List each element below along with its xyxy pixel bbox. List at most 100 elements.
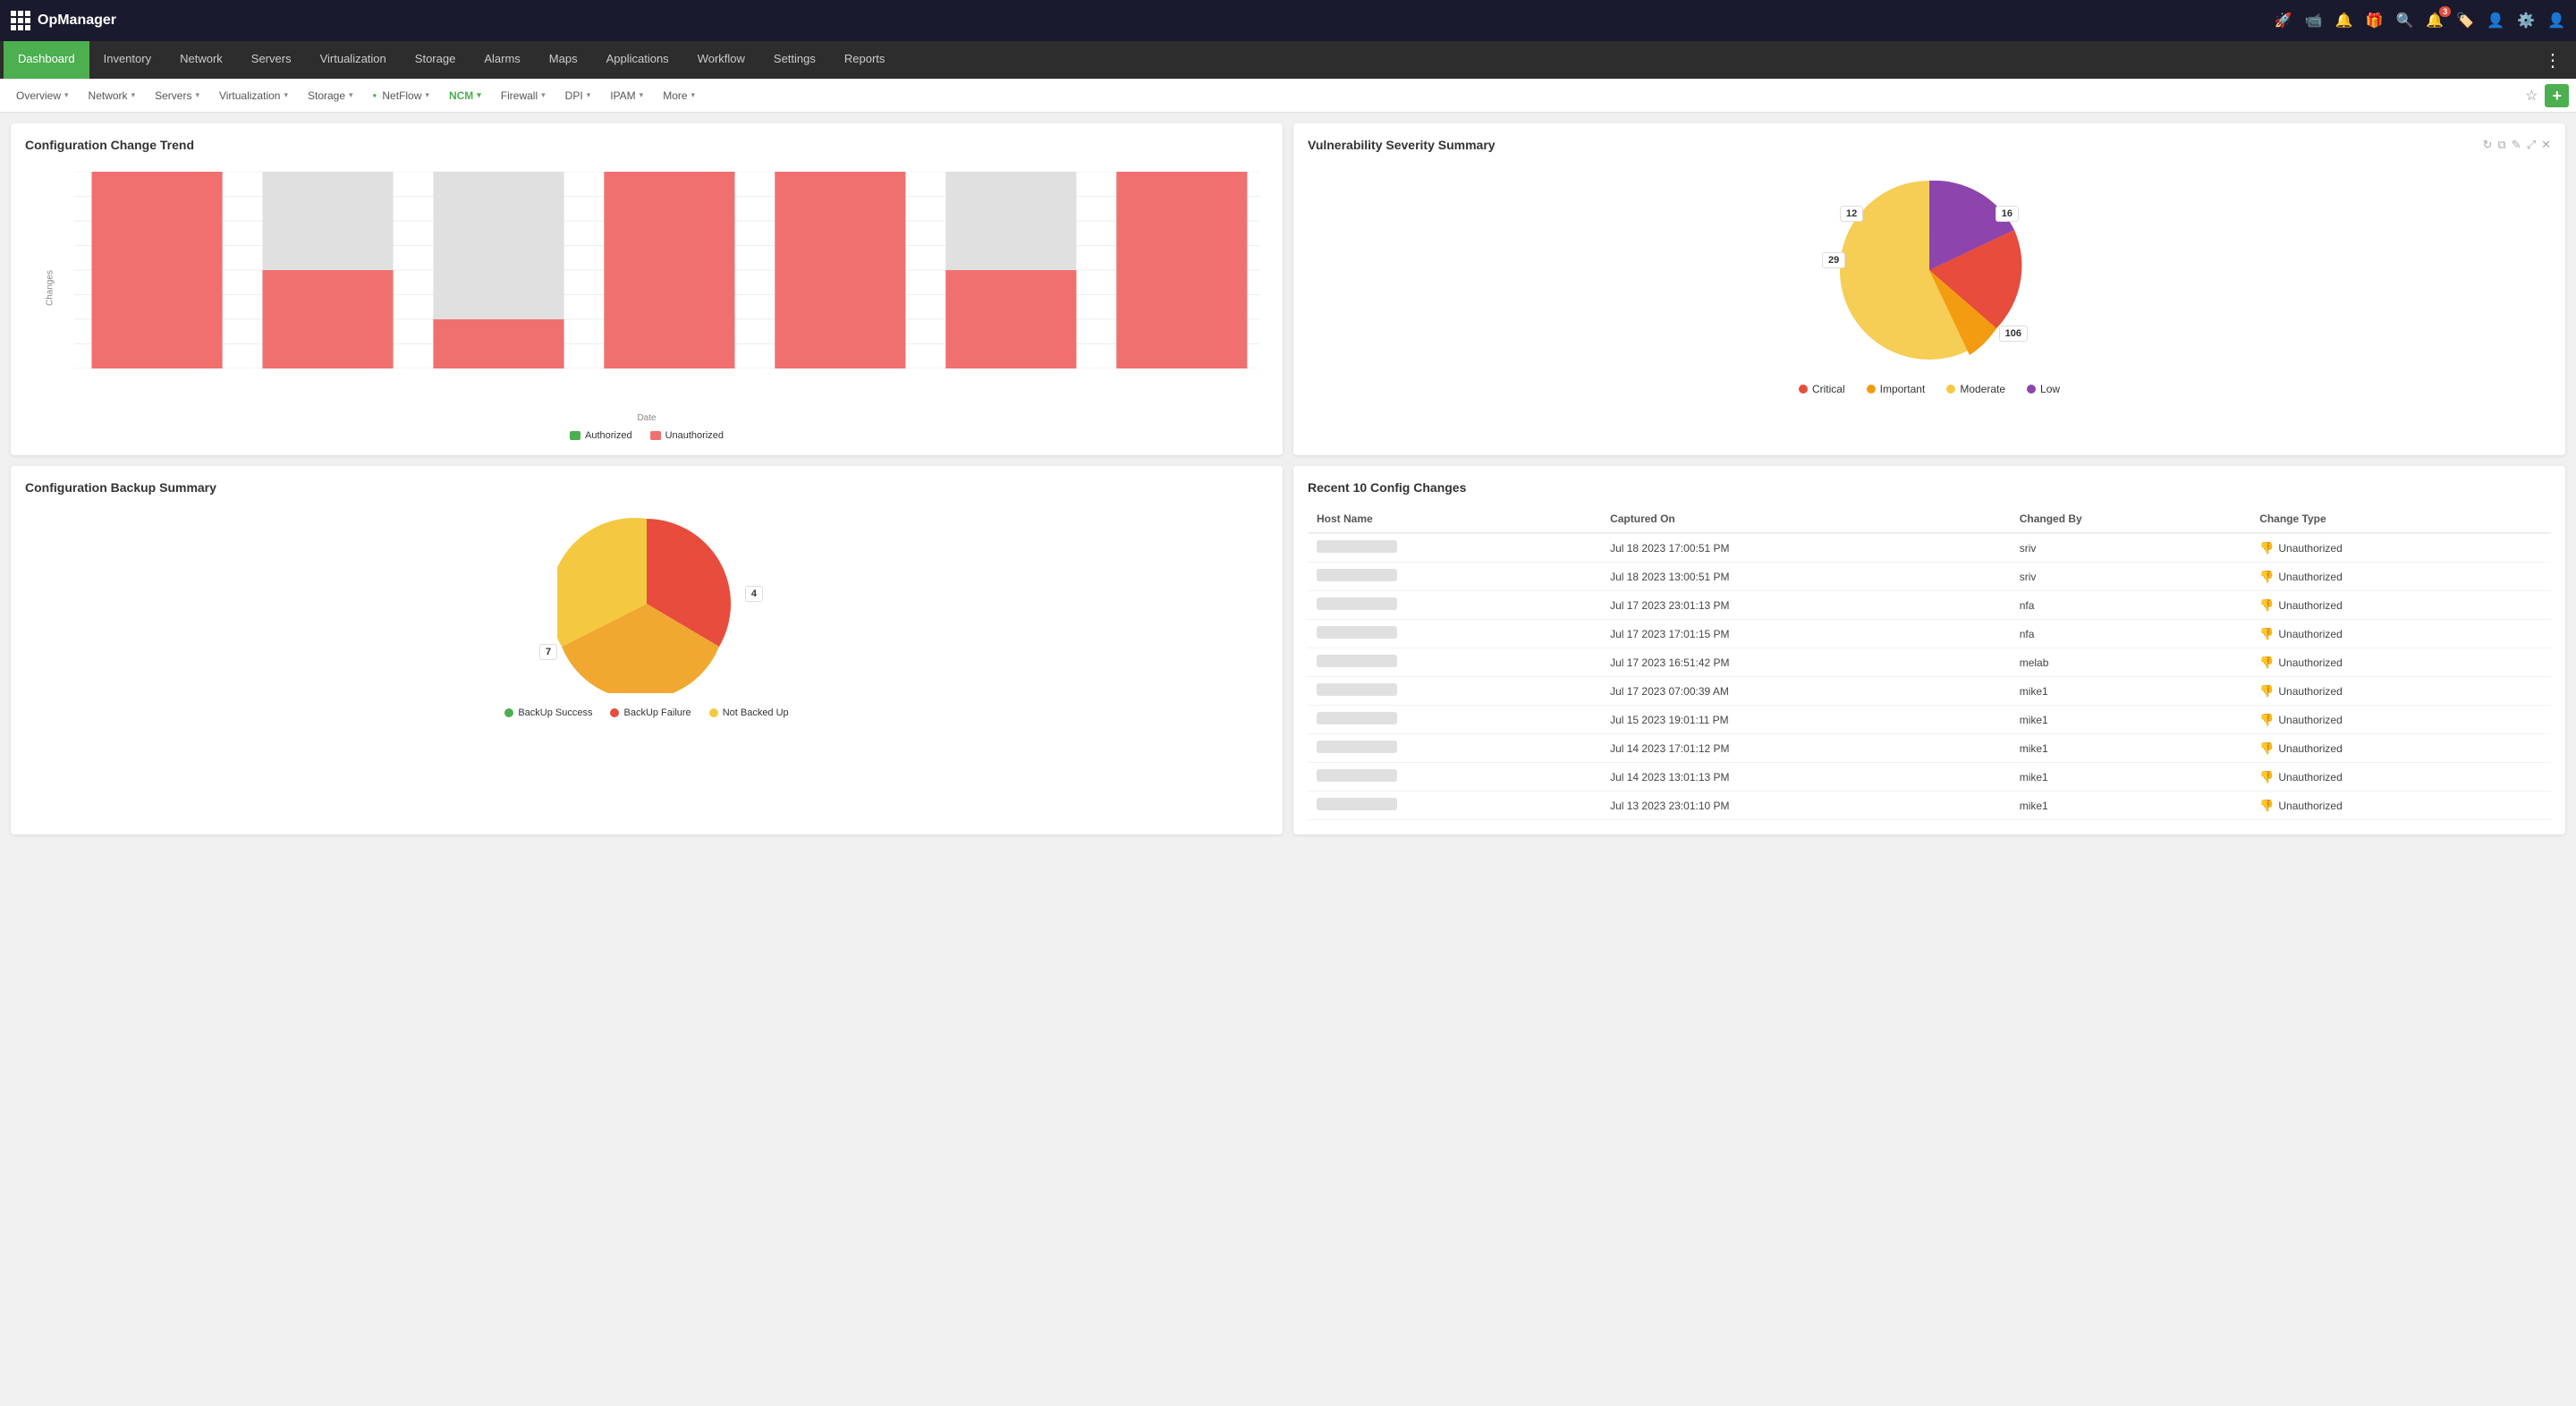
user-avatar-icon[interactable]: 👤 xyxy=(2547,12,2565,30)
notification-badge[interactable]: 🔔3 xyxy=(2426,12,2444,30)
legend-backup-success: BackUp Success xyxy=(504,707,592,718)
nav-item-workflow[interactable]: Workflow xyxy=(683,41,759,79)
row-1: Configuration Change Trend Changes xyxy=(11,123,2565,455)
cell-change-type: 👎 Unauthorized xyxy=(2250,648,2551,677)
backup-label-7: 7 xyxy=(539,644,557,660)
chevron-icon: ▾ xyxy=(425,90,429,100)
nav-item-dashboard[interactable]: Dashboard xyxy=(4,41,89,79)
bell-icon[interactable]: 🔔 xyxy=(2335,12,2353,30)
table-header-row: Host Name Captured On Changed By Change … xyxy=(1308,505,2551,533)
nav-item-maps[interactable]: Maps xyxy=(535,41,592,79)
cell-change-type: 👎 Unauthorized xyxy=(2250,763,2551,792)
backup-success-dot xyxy=(504,708,513,717)
gear-icon[interactable]: ⚙️ xyxy=(2517,12,2535,30)
rocket-icon[interactable]: 🚀 xyxy=(2275,12,2292,30)
grid-icon[interactable] xyxy=(11,11,30,30)
thumbdown-icon: 👎 xyxy=(2259,656,2274,670)
thumbdown-icon: 👎 xyxy=(2259,713,2274,727)
nav-item-inventory[interactable]: Inventory xyxy=(89,41,165,79)
video-icon[interactable]: 📹 xyxy=(2305,12,2323,30)
subnav-ipam[interactable]: IPAM ▾ xyxy=(601,86,652,106)
cell-change-type: 👎 Unauthorized xyxy=(2250,563,2551,591)
nav-item-virtualization[interactable]: Virtualization xyxy=(306,41,401,79)
nav-item-network[interactable]: Network xyxy=(165,41,237,79)
change-type-label: Unauthorized xyxy=(2278,742,2342,755)
copy-icon[interactable]: ⧉ xyxy=(2497,138,2505,152)
table-row: Jul 17 2023 07:00:39 AM mike1 👎 Unauthor… xyxy=(1308,677,2551,706)
not-backed-up-dot xyxy=(709,708,718,717)
cell-change-type: 👎 Unauthorized xyxy=(2250,734,2551,763)
legend-important: Important xyxy=(1867,383,1926,395)
table-row: Jul 17 2023 17:01:15 PM nfa 👎 Unauthoriz… xyxy=(1308,620,2551,648)
table-row: Jul 14 2023 13:01:13 PM mike1 👎 Unauthor… xyxy=(1308,763,2551,792)
pie-label-12: 12 xyxy=(1840,206,1863,222)
tag-icon[interactable]: 🏷️ xyxy=(2456,12,2474,30)
change-type-label: Unauthorized xyxy=(2278,599,2342,612)
low-dot xyxy=(2027,385,2036,394)
col-captured: Captured On xyxy=(1601,505,2011,533)
cell-changed-by: sriv xyxy=(2011,533,2250,563)
legend-authorized: Authorized xyxy=(570,430,632,441)
subnav: Overview ▾ Network ▾ Servers ▾ Virtualiz… xyxy=(0,79,2576,113)
moderate-dot xyxy=(1946,385,1955,394)
navbar: Dashboard Inventory Network Servers Virt… xyxy=(0,41,2576,79)
star-button[interactable]: ☆ xyxy=(2525,87,2538,105)
subnav-dpi[interactable]: DPI ▾ xyxy=(556,86,600,106)
notification-count: 3 xyxy=(2439,6,2451,17)
cell-changed-by: melab xyxy=(2011,648,2250,677)
widget-action-icons: ↻ ⧉ ✎ ⤢ ✕ xyxy=(2483,138,2551,152)
nav-item-storage[interactable]: Storage xyxy=(401,41,470,79)
cell-captured: Jul 18 2023 13:00:51 PM xyxy=(1601,563,2011,591)
cell-hostname xyxy=(1308,792,1601,820)
pie-label-16: 16 xyxy=(1996,206,2019,222)
subnav-storage[interactable]: Storage ▾ xyxy=(299,86,362,106)
subnav-netflow[interactable]: ● NetFlow ▾ xyxy=(364,86,438,106)
subnav-virtualization[interactable]: Virtualization ▾ xyxy=(210,86,297,106)
config-change-trend-title: Configuration Change Trend xyxy=(25,138,1268,152)
subnav-network[interactable]: Network ▾ xyxy=(80,86,145,106)
table-row: Jul 13 2023 23:01:10 PM mike1 👎 Unauthor… xyxy=(1308,792,2551,820)
cell-hostname xyxy=(1308,620,1601,648)
refresh-icon[interactable]: ↻ xyxy=(2483,138,2493,152)
subnav-firewall[interactable]: Firewall ▾ xyxy=(492,86,555,106)
x-axis-label: Date xyxy=(25,413,1268,423)
vulnerability-title: Vulnerability Severity Summary xyxy=(1308,138,2483,152)
nav-item-alarms[interactable]: Alarms xyxy=(470,41,534,79)
col-change-type: Change Type xyxy=(2250,505,2551,533)
important-dot xyxy=(1867,385,1876,394)
legend-not-backed-up: Not Backed Up xyxy=(709,707,789,718)
bar-chart-container: Changes 0 0 xyxy=(25,163,1268,441)
nav-item-reports[interactable]: Reports xyxy=(830,41,900,79)
subnav-overview[interactable]: Overview ▾ xyxy=(7,86,78,106)
navbar-more-button[interactable]: ⋮ xyxy=(2533,49,2572,72)
add-widget-button[interactable]: + xyxy=(2545,84,2569,107)
vulnerability-header: Vulnerability Severity Summary ↻ ⧉ ✎ ⤢ ✕ xyxy=(1308,138,2551,152)
thumbdown-icon: 👎 xyxy=(2259,684,2274,699)
subnav-ncm[interactable]: NCM ▾ xyxy=(440,86,490,106)
expand-icon[interactable]: ⤢ xyxy=(2527,138,2536,152)
close-icon[interactable]: ✕ xyxy=(2541,138,2551,152)
cell-hostname xyxy=(1308,706,1601,734)
subnav-servers[interactable]: Servers ▾ xyxy=(146,86,208,106)
subnav-more[interactable]: More ▾ xyxy=(654,86,704,106)
vulnerability-severity-widget: Vulnerability Severity Summary ↻ ⧉ ✎ ⤢ ✕ xyxy=(1293,123,2565,455)
cell-change-type: 👎 Unauthorized xyxy=(2250,677,2551,706)
search-icon[interactable]: 🔍 xyxy=(2395,12,2413,30)
y-axis-label: Changes xyxy=(46,270,55,306)
change-type-label: Unauthorized xyxy=(2278,571,2342,583)
user-settings-icon[interactable]: 👤 xyxy=(2487,12,2504,30)
nav-item-settings[interactable]: Settings xyxy=(759,41,830,79)
cell-change-type: 👎 Unauthorized xyxy=(2250,591,2551,620)
nav-item-applications[interactable]: Applications xyxy=(592,41,683,79)
cell-change-type: 👎 Unauthorized xyxy=(2250,620,2551,648)
table-row: Jul 17 2023 16:51:42 PM melab 👎 Unauthor… xyxy=(1308,648,2551,677)
cell-change-type: 👎 Unauthorized xyxy=(2250,706,2551,734)
edit-icon[interactable]: ✎ xyxy=(2512,138,2521,152)
config-backup-title: Configuration Backup Summary xyxy=(25,480,1268,495)
cell-changed-by: nfa xyxy=(2011,591,2250,620)
thumbdown-icon: 👎 xyxy=(2259,627,2274,641)
gift-icon[interactable]: 🎁 xyxy=(2366,12,2384,30)
nav-item-servers[interactable]: Servers xyxy=(237,41,306,79)
cell-hostname xyxy=(1308,533,1601,563)
cell-hostname xyxy=(1308,591,1601,620)
